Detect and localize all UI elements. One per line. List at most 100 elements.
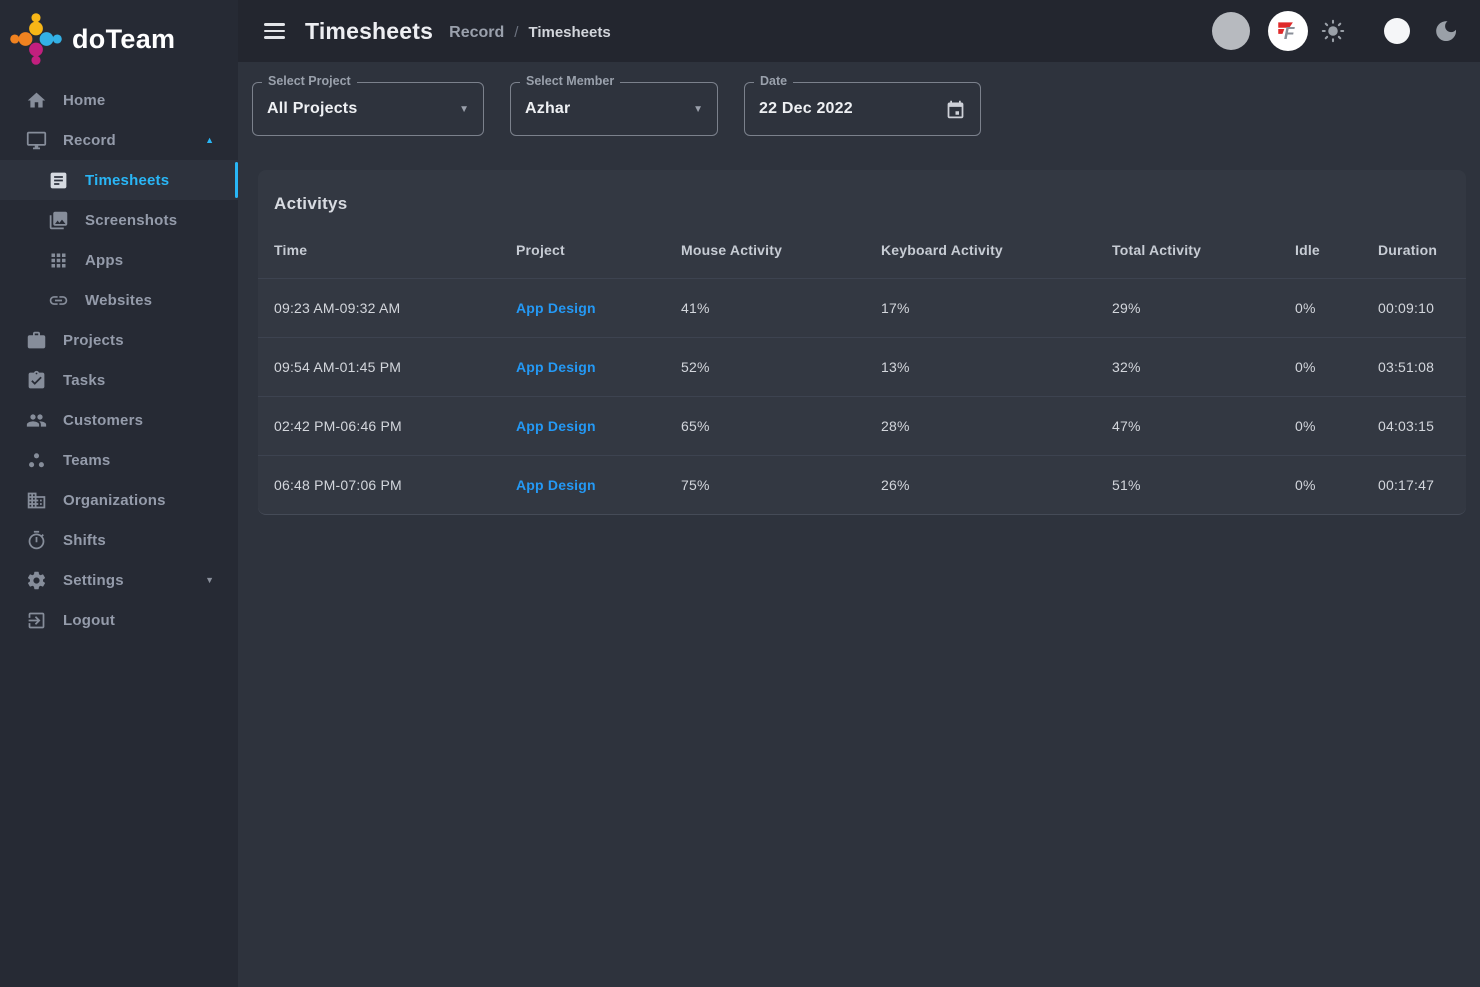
cell-mouse: 65% [681,397,881,456]
breadcrumb-separator: / [514,24,518,41]
sidebar-item-projects[interactable]: Projects [0,320,238,360]
customers-icon [26,410,47,431]
activity-card: Activitys TimeProjectMouse ActivityKeybo… [258,170,1466,515]
sidebar-item-websites[interactable]: Websites [0,280,238,320]
chevron-down-icon: ▼ [693,104,703,115]
sidebar-item-label: Apps [85,252,123,269]
member-select[interactable]: Select Member Azhar ▼ [510,82,718,136]
sidebar-item-label: Websites [85,292,152,309]
calendar-icon[interactable] [945,99,966,120]
col-header-idle: Idle [1295,218,1378,279]
avatar[interactable] [1212,12,1250,50]
project-link[interactable]: App Design [516,359,596,375]
sidebar-item-customers[interactable]: Customers [0,400,238,440]
topbar-actions: F [1212,11,1458,51]
sidebar-item-label: Shifts [63,532,106,549]
cell-time: 06:48 PM-07:06 PM [258,456,516,515]
sidebar-item-shifts[interactable]: Shifts [0,520,238,560]
sidebar-item-label: Timesheets [85,172,169,189]
theme-light-toggle[interactable] [1384,18,1410,44]
timesheets-icon [48,170,69,191]
sidebar-item-label: Projects [63,332,124,349]
moon-icon[interactable] [1434,19,1458,43]
col-header-total-activity: Total Activity [1112,218,1295,279]
col-header-project: Project [516,218,681,279]
project-link[interactable]: App Design [516,300,596,316]
breadcrumb: Record / Timesheets [449,21,611,42]
sidebar-item-teams[interactable]: Teams [0,440,238,480]
sidebar-item-label: Logout [63,612,115,629]
project-link[interactable]: App Design [516,477,596,493]
sidebar-item-home[interactable]: Home [0,80,238,120]
breadcrumb-record[interactable]: Record [449,24,504,42]
sidebar-item-label: Home [63,92,105,109]
sidebar-item-tasks[interactable]: Tasks [0,360,238,400]
cell-mouse: 75% [681,456,881,515]
col-header-keyboard-activity: Keyboard Activity [881,218,1112,279]
logout-icon [26,610,47,631]
col-header-time: Time [258,218,516,279]
sidebar-item-screenshots[interactable]: Screenshots [0,200,238,240]
sidebar-item-label: Record [63,132,116,149]
cell-keyboard: 17% [881,279,1112,338]
table-row: 09:23 AM-09:32 AMApp Design41%17%29%0%00… [258,279,1466,338]
sidebar-nav: Home Record▲ Timesheets Screenshots Apps Webs… [0,80,238,640]
content: Select Project All Projects ▼ Select Mem… [238,62,1480,987]
date-picker-value: 22 Dec 2022 [759,100,853,118]
col-header-duration: Duration [1378,218,1466,279]
cell-time: 09:54 AM-01:45 PM [258,338,516,397]
app-root: doTeam Home Record▲ Timesheets Screenshots A… [0,0,1480,987]
cell-total: 51% [1112,456,1295,515]
cell-project: App Design [516,456,681,515]
main-area: Timesheets Record / Timesheets F [238,0,1480,987]
cell-idle: 0% [1295,397,1378,456]
sun-icon[interactable] [1320,18,1346,44]
cell-time: 09:23 AM-09:32 AM [258,279,516,338]
sidebar-item-label: Organizations [63,492,166,509]
activity-card-title: Activitys [258,170,1466,214]
sidebar-item-settings[interactable]: Settings▼ [0,560,238,600]
date-picker-label: Date [754,74,793,88]
teams-icon [26,450,47,471]
apps-icon [48,250,69,271]
activity-table-body: 09:23 AM-09:32 AMApp Design41%17%29%0%00… [258,279,1466,515]
cell-total: 47% [1112,397,1295,456]
filters-bar: Select Project All Projects ▼ Select Mem… [238,62,1480,136]
sidebar-item-record[interactable]: Record▲ [0,120,238,160]
cell-project: App Design [516,397,681,456]
websites-icon [48,290,69,311]
cell-duration: 00:09:10 [1378,279,1466,338]
sidebar-item-timesheets[interactable]: Timesheets [0,160,238,200]
member-select-value: Azhar [525,100,570,118]
sidebar-item-label: Customers [63,412,143,429]
sidebar-item-organizations[interactable]: Organizations [0,480,238,520]
projects-icon [26,330,47,351]
screenshots-icon [48,210,69,231]
sidebar-item-apps[interactable]: Apps [0,240,238,280]
table-row: 09:54 AM-01:45 PMApp Design52%13%32%0%03… [258,338,1466,397]
project-link[interactable]: App Design [516,418,596,434]
date-picker[interactable]: Date 22 Dec 2022 [744,82,981,136]
cell-duration: 00:17:47 [1378,456,1466,515]
menu-toggle-button[interactable] [262,19,287,42]
tasks-icon [26,370,47,391]
project-select[interactable]: Select Project All Projects ▼ [252,82,484,136]
sidebar-item-label: Screenshots [85,212,177,229]
project-select-value: All Projects [267,100,357,118]
activity-table-head-row: TimeProjectMouse ActivityKeyboard Activi… [258,218,1466,279]
activity-table: TimeProjectMouse ActivityKeyboard Activi… [258,218,1466,514]
cell-keyboard: 28% [881,397,1112,456]
cell-idle: 0% [1295,279,1378,338]
company-logo-badge[interactable]: F [1268,11,1308,51]
sidebar: doTeam Home Record▲ Timesheets Screenshots A… [0,0,238,987]
sidebar-item-label: Settings [63,572,124,589]
doteam-logo-icon [8,11,64,67]
page-title: Timesheets [305,18,433,45]
sidebar-item-logout[interactable]: Logout [0,600,238,640]
cell-duration: 03:51:08 [1378,338,1466,397]
cell-mouse: 52% [681,338,881,397]
brand[interactable]: doTeam [0,0,238,74]
table-row: 06:48 PM-07:06 PMApp Design75%26%51%0%00… [258,456,1466,515]
cell-duration: 04:03:15 [1378,397,1466,456]
cell-time: 02:42 PM-06:46 PM [258,397,516,456]
